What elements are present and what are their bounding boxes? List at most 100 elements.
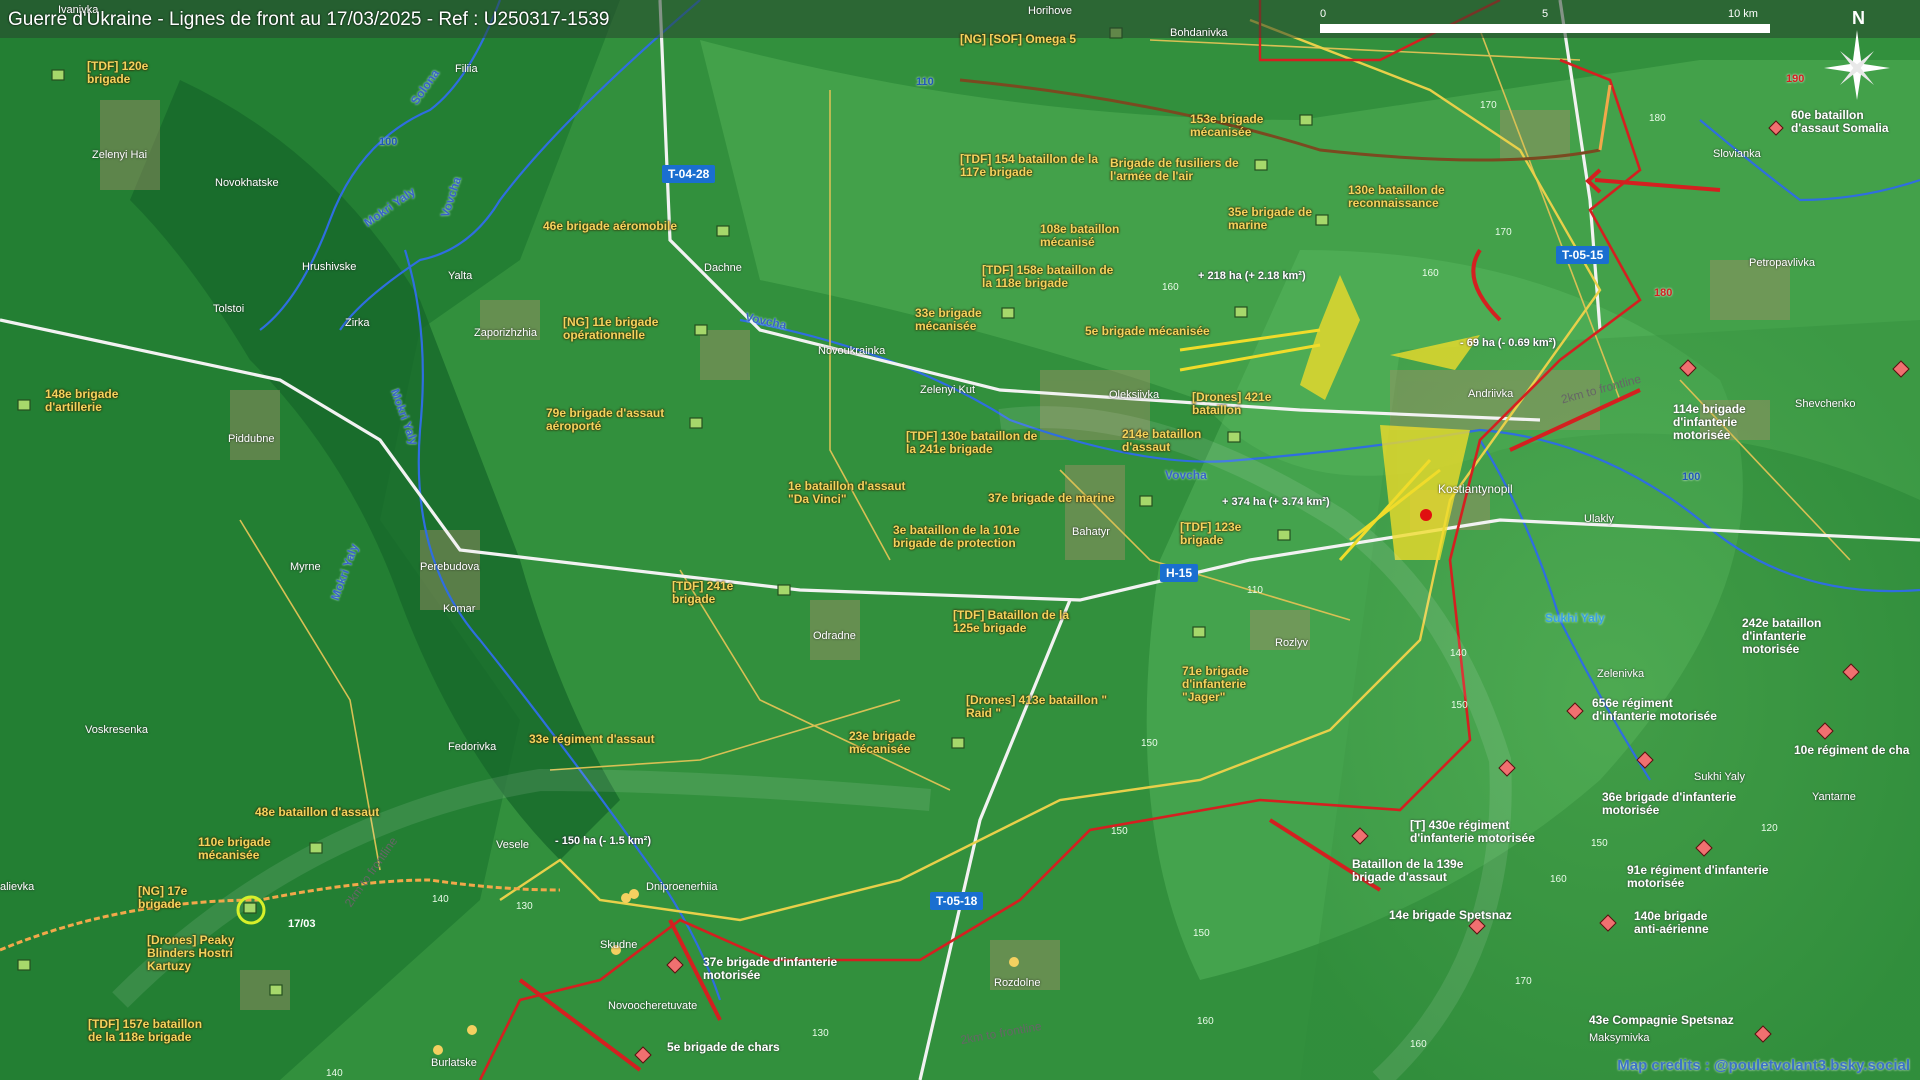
elevation-label: 160 [1197,1016,1214,1027]
unit-label-ua[interactable]: 79e brigade d'assaut aéroporté [546,407,676,433]
unit-label-ua[interactable]: Brigade de fusiliers de l'armée de l'air [1110,157,1255,183]
town-label: Ivanivka [58,4,99,16]
elevation-label: 130 [516,901,533,912]
road-shield-t0518: T-05-18 [930,892,984,910]
unit-label-ua[interactable]: 1e bataillon d'assaut "Da Vinci" [788,480,918,506]
unit-label-ua[interactable]: [TDF] Bataillon de la 125e brigade [953,609,1088,635]
unit-label-ua[interactable]: [TDF] 157e bataillon de la 118e brigade [88,1018,218,1044]
compass-rose: N [1812,8,1902,108]
town-label: Sukhi Yaly [1694,771,1745,783]
unit-label-ua[interactable]: 3e bataillon de la 101e brigade de prote… [893,524,1028,550]
elevation-label: 160 [1410,1039,1427,1050]
unit-label-ua[interactable]: 71e brigade d'infanterie "Jager" [1182,665,1292,704]
scale-tick-5: 5 [1542,8,1549,20]
town-label: Vesele [496,839,530,851]
unit-label-ua[interactable]: [NG] [SOF] Omega 5 [960,33,1076,46]
unit-label-ru[interactable]: 656e régiment d'infanterie motorisée [1592,697,1737,723]
unit-label-ua[interactable]: [Drones] 413e bataillon " Raid " [966,694,1116,720]
unit-label-ru[interactable]: 14e brigade Spetsnaz [1389,909,1512,922]
unit-label-ru[interactable]: 60e bataillon d'assaut Somalia [1791,109,1891,135]
elevation-label: 130 [812,1028,829,1039]
unit-label-ua[interactable]: 33e brigade mécanisée [915,307,1005,333]
road-number: 110 [916,76,934,88]
unit-label-ua[interactable]: [TDF] 241e brigade [672,580,762,606]
town-label: Zirka [345,317,370,329]
unit-label-ua[interactable]: [Drones] Peaky Blinders Hostri Kartuzy [147,934,247,973]
scale-bar: 0 5 10 km [1320,8,1770,34]
town-label: Ulakly [1584,513,1614,525]
unit-label-ua[interactable]: 214e bataillon d'assaut [1122,428,1217,454]
elevation-label: 140 [432,894,449,905]
town-label: Shevchenko [1795,398,1856,410]
unit-label-ua[interactable]: [NG] 17e brigade [138,885,218,911]
unit-label-ua[interactable]: 108e bataillon mécanisé [1040,223,1135,249]
town-label: Yalta [448,270,473,282]
unit-label-ua[interactable]: 153e brigade mécanisée [1190,113,1280,139]
unit-label-ru[interactable]: 10e régiment de cha [1794,744,1909,757]
town-label: Kostiantynopil [1438,482,1513,496]
unit-label-ru[interactable]: 242e bataillon d'infanterie motorisée [1742,617,1852,656]
elevation-label: 120 [1761,823,1778,834]
unit-label-ru[interactable]: 43e Compagnie Spetsnaz [1589,1014,1734,1027]
town-label: Voskresenka [85,724,148,736]
road-shield-t0515: T-05-15 [1556,246,1610,264]
elevation-label: 150 [1141,738,1158,749]
unit-label-ua[interactable]: 46e brigade aéromobile [543,220,677,233]
unit-label-ua[interactable]: 110e brigade mécanisée [198,836,283,862]
map-viewport[interactable]: Guerre d'Ukraine - Lignes de front au 17… [0,0,1920,1080]
unit-label-ru[interactable]: [T] 430e régiment d'infanterie motorisée [1410,819,1560,845]
town-label: Zelenyi Kut [920,384,976,396]
town-label: alievka [0,881,35,893]
unit-label-ua[interactable]: [TDF] 158e bataillon de la 118e brigade [982,264,1122,290]
river-label: Sukhi Yaly [1545,611,1605,625]
town-label: Komar [443,603,476,615]
elevation-label: 160 [1422,268,1439,279]
town-label: Novoocheretuvate [608,1000,698,1012]
unit-label-ua[interactable]: 35e brigade de marine [1228,206,1313,232]
town-label: Fedorivka [448,741,497,753]
town-label: Oleksiivka [1109,389,1160,401]
unit-label-ua[interactable]: [Drones] 421e bataillon [1192,391,1287,417]
unit-label-ru[interactable]: Bataillon de la 139e brigade d'assaut [1352,858,1497,884]
unit-label-ru[interactable]: 5e brigade de chars [667,1041,780,1054]
elevation-label: 170 [1480,100,1497,111]
unit-label-ua[interactable]: 48e bataillon d'assaut [255,806,379,819]
town-label: Horihove [1028,5,1073,17]
town-label: Maksymivka [1589,1032,1650,1044]
town-label: Burlatske [431,1057,477,1069]
town-label: Andriivka [1468,388,1514,400]
road-shield-h15: H-15 [1160,564,1199,582]
town-label: Novoukrainka [818,345,886,357]
elevation-label: 150 [1451,700,1468,711]
town-label: Petropavlivka [1749,257,1816,269]
unit-label-ua[interactable]: [TDF] 123e brigade [1180,521,1270,547]
town-label: Slovianka [1713,148,1761,160]
town-label: Novokhatske [215,177,279,189]
unit-label-ru[interactable]: 36e brigade d'infanterie motorisée [1602,791,1737,817]
unit-label-ru[interactable]: 37e brigade d'infanterie motorisée [703,956,838,982]
unit-label-ru[interactable]: 140e brigade anti-aérienne [1634,910,1724,936]
unit-label-ru[interactable]: 114e brigade d'infanterie motorisée [1673,403,1763,442]
unit-label-ua[interactable]: 23e brigade mécanisée [849,730,944,756]
unit-label-ua[interactable]: 37e brigade de marine [988,492,1115,505]
unit-label-ua[interactable]: 130e bataillon de reconnaissance [1348,184,1468,210]
elevation-label: 140 [326,1068,343,1079]
elevation-label: 150 [1111,826,1128,837]
elevation-label: 170 [1495,227,1512,238]
unit-label-ua[interactable]: [TDF] 120e brigade [87,60,177,86]
scale-tick-10: 10 km [1728,8,1758,20]
unit-label-ua[interactable]: [TDF] 154 bataillon de la 117e brigade [960,153,1110,179]
elevation-label: 170 [1515,976,1532,987]
unit-label-ua[interactable]: 33e régiment d'assaut [529,733,655,746]
road-number: 100 [1682,471,1701,483]
town-label: Myrne [290,561,321,573]
unit-label-ua[interactable]: [NG] 11e brigade opérationnelle [563,316,683,342]
unit-label-ua[interactable]: 148e brigade d'artillerie [45,388,145,414]
area-change-label: - 69 ha (- 0.69 km²) [1460,337,1556,349]
scale-bar-line [1320,24,1770,33]
north-label: N [1852,8,1865,28]
road-number: 180 [1654,287,1673,299]
unit-label-ua[interactable]: [TDF] 130e bataillon de la 241e brigade [906,430,1046,456]
unit-label-ua[interactable]: 5e brigade mécanisée [1085,325,1210,338]
unit-label-ru[interactable]: 91e régiment d'infanterie motorisée [1627,864,1777,890]
